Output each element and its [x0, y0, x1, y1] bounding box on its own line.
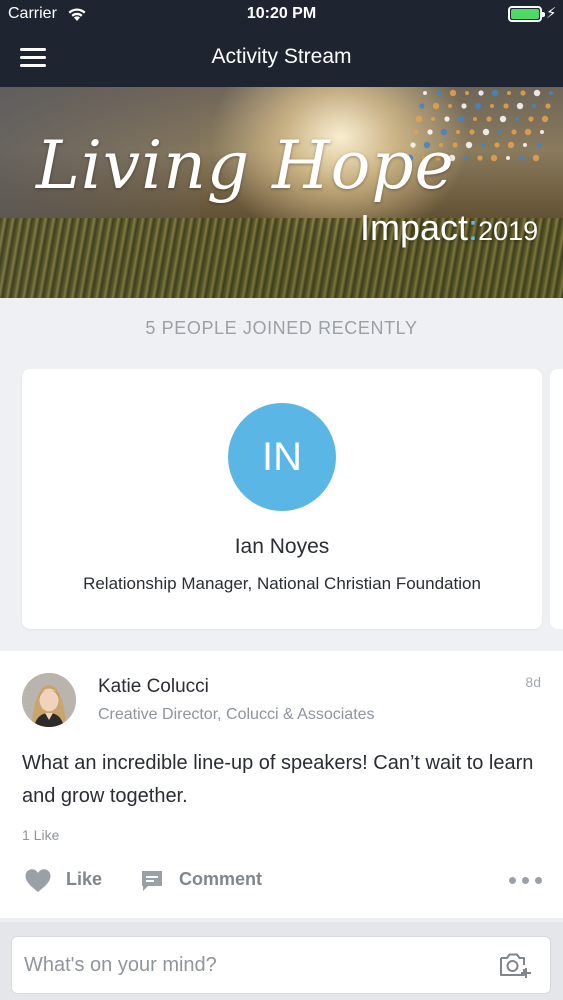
banner-script-title: Living Hope [36, 127, 455, 204]
battery-cap [542, 12, 545, 17]
composer-placeholder: What's on your mind? [24, 954, 217, 976]
banner-dot [523, 143, 527, 147]
charging-bolt-icon: ⚡︎ [546, 5, 557, 22]
battery-fill [511, 9, 539, 19]
banner-dot [448, 104, 452, 108]
like-label: Like [66, 869, 103, 889]
post-author-role: Creative Director, Colucci & Associates [98, 706, 375, 723]
banner-dot [520, 90, 526, 96]
clock: 10:20 PM [246, 5, 317, 22]
banner-dot [511, 129, 517, 135]
next-person-card-peek[interactable] [550, 369, 563, 629]
battery-icon [508, 6, 545, 22]
banner-dot [469, 129, 475, 135]
more-options-icon[interactable] [509, 876, 543, 886]
post-author-name[interactable]: Katie Colucci [98, 676, 209, 698]
banner-dot [519, 155, 525, 161]
banner-dot [431, 117, 435, 121]
status-bar: Carrier 10:20 PM ⚡︎ [0, 0, 563, 30]
page-title: Activity Stream [211, 45, 352, 68]
banner-dot [532, 104, 536, 108]
banner-dot [503, 103, 509, 109]
comment-bubble-icon [142, 871, 162, 891]
nav-bar: Activity Stream [0, 30, 563, 87]
impact-word: Impact [360, 207, 469, 248]
banner-dot [515, 117, 519, 121]
heart-icon [25, 869, 51, 892]
composer-bar: What's on your mind? [0, 922, 563, 1000]
event-banner: Living Hope Impact:2019 [0, 87, 563, 298]
comment-label: Comment [179, 869, 263, 889]
banner-dot [532, 154, 540, 162]
banner-dot [494, 142, 500, 148]
banner-dot [536, 142, 542, 148]
banner-dot [482, 128, 490, 136]
banner-dot [533, 89, 541, 97]
post-body: What an incredible line-up of speakers! … [22, 752, 534, 807]
banner-dot [507, 91, 511, 95]
author-photo [22, 673, 76, 727]
banner-dot [423, 91, 427, 95]
banner-dot [506, 156, 510, 160]
banner-dot [498, 130, 502, 134]
banner-dot [457, 115, 465, 123]
impact-year: 2019 [478, 216, 539, 246]
banner-dot [528, 116, 534, 122]
person-name: Ian Noyes [234, 535, 330, 558]
like-count[interactable]: 1 Like [22, 827, 59, 843]
post-timestamp: 8d [525, 674, 541, 690]
banner-dot [549, 91, 553, 95]
banner-dot [465, 91, 469, 95]
banner-dot [516, 102, 524, 110]
initials-avatar: IN [228, 403, 336, 511]
banner-dot [491, 89, 499, 97]
banner-dot [449, 89, 457, 97]
banner-dot [415, 115, 423, 123]
impact-colon: : [468, 207, 479, 248]
banner-dot [490, 104, 494, 108]
author-avatar[interactable] [22, 673, 76, 727]
banner-dot [541, 115, 549, 123]
person-title: Relationship Manager, National Christian… [83, 574, 481, 593]
banner-dot [444, 116, 450, 122]
banner-dot [432, 102, 440, 110]
banner-dot [419, 103, 425, 109]
banner-dot [499, 115, 507, 123]
banner-dot [474, 102, 482, 110]
banner-dot [481, 143, 485, 147]
person-card[interactable]: IN Ian Noyes Relationship Manager, Natio… [22, 369, 542, 629]
banner-dot [545, 103, 551, 109]
banner-dot [473, 117, 477, 121]
banner-dot [456, 130, 460, 134]
banner-dot [524, 128, 532, 136]
status-composer-input[interactable]: What's on your mind? [11, 936, 551, 994]
add-photo-camera-icon[interactable] [498, 951, 532, 979]
banner-dot [540, 130, 544, 134]
banner-dot [477, 155, 483, 161]
feed-post: Katie Colucci Creative Director, Colucci… [0, 651, 563, 918]
banner-dot [461, 103, 467, 109]
banner-dot [436, 90, 442, 96]
banner-dot [464, 156, 468, 160]
joined-recently-heading: 5 PEOPLE JOINED RECENTLY [145, 318, 418, 338]
banner-dot [486, 116, 492, 122]
banner-dot [507, 141, 515, 149]
banner-impact-title: Impact:2019 [360, 207, 538, 249]
banner-dot [465, 141, 473, 149]
banner-dot [490, 154, 498, 162]
banner-dot [478, 90, 484, 96]
